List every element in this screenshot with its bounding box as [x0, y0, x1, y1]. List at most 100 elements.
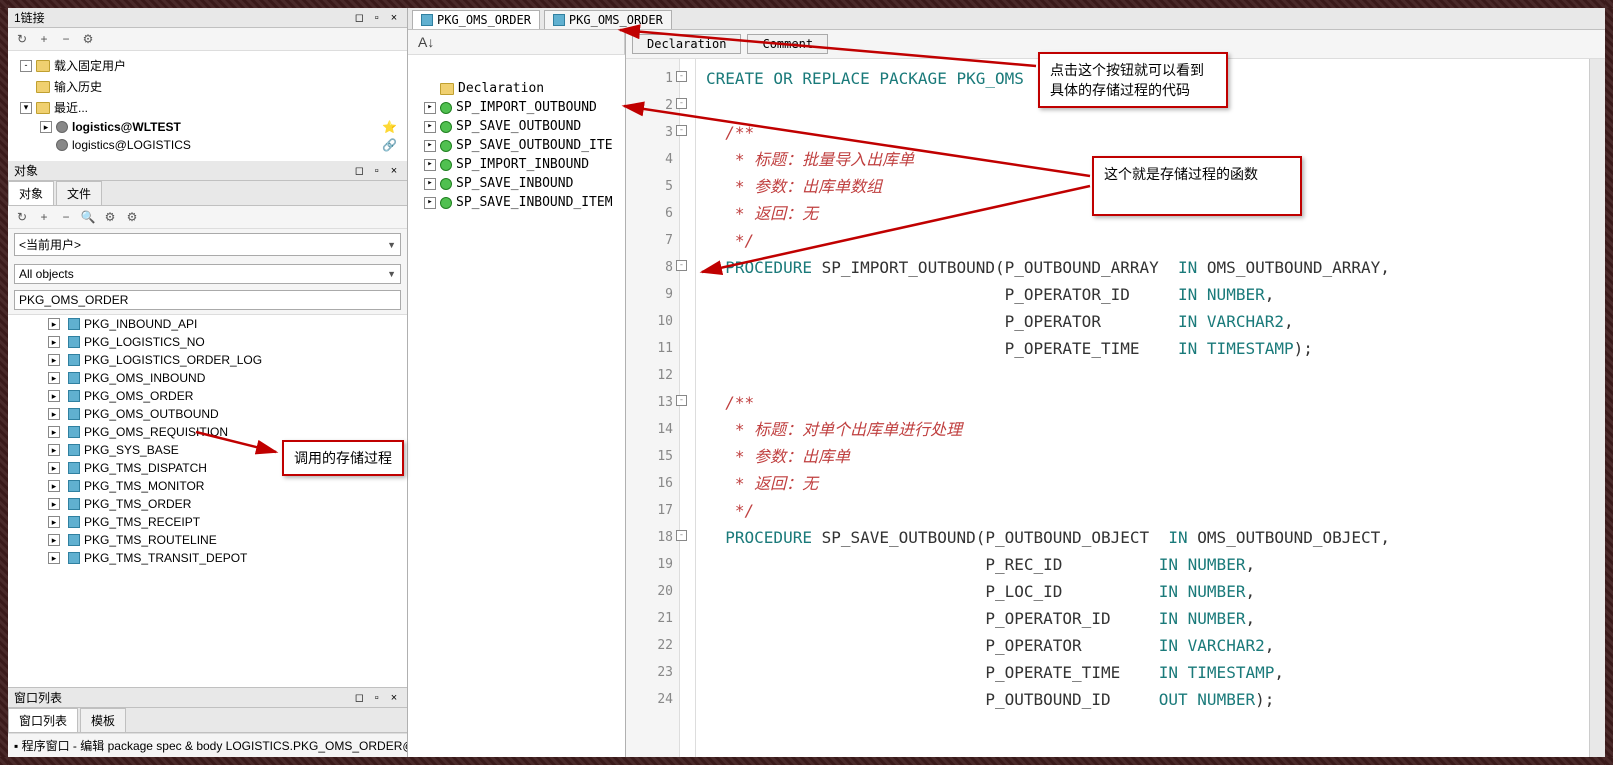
tree-toggle-icon[interactable]: ▸	[48, 444, 60, 456]
fold-icon[interactable]: -	[676, 98, 687, 109]
tree-toggle-icon[interactable]: ▸	[48, 480, 60, 492]
package-row[interactable]: ▸PKG_TMS_TRANSIT_DEPOT	[8, 549, 407, 567]
panel-close-icon[interactable]: ×	[387, 164, 401, 178]
tree-row[interactable]: logistics@LOGISTICS🔗	[12, 136, 403, 154]
procedure-row[interactable]: ▸SP_SAVE_OUTBOUND	[408, 117, 625, 136]
panel-close-icon[interactable]: ×	[387, 691, 401, 705]
tree-toggle-icon[interactable]: ▸	[48, 462, 60, 474]
gear-icon[interactable]: ⚙	[124, 209, 140, 225]
declaration-button[interactable]: Declaration	[632, 34, 741, 54]
remove-icon[interactable]: −	[58, 31, 74, 47]
tree-toggle-icon[interactable]: ▸	[48, 372, 60, 384]
tree-row[interactable]: ▸ logistics@WLTEST ⭐	[12, 118, 403, 136]
tab-templates[interactable]: 模板	[80, 708, 126, 732]
tree-toggle-icon[interactable]: ▸	[424, 197, 436, 209]
refresh-icon[interactable]: ↻	[14, 209, 30, 225]
comment-button[interactable]: Comment	[747, 34, 828, 54]
panel-pin-icon[interactable]: ▫	[370, 11, 384, 25]
folder-icon	[36, 60, 50, 72]
package-icon	[68, 444, 80, 456]
tree-label: logistics@WLTEST	[72, 120, 181, 134]
package-row[interactable]: ▸PKG_OMS_INBOUND	[8, 369, 407, 387]
tree-toggle-icon[interactable]: ▸	[48, 516, 60, 528]
objects-toolbar: ↻ + − 🔍 ⚙ ⚙	[8, 206, 407, 229]
outline-tree[interactable]: Declaration▸SP_IMPORT_OUTBOUND▸SP_SAVE_O…	[408, 55, 625, 757]
remove-icon[interactable]: −	[58, 209, 74, 225]
tree-toggle-icon[interactable]: ▾	[20, 102, 32, 114]
connections-tree[interactable]: -载入固定用户输入历史 ▾最近... ▸ logistics@WLTEST ⭐ logis…	[8, 51, 407, 161]
package-row[interactable]: ▸PKG_LOGISTICS_ORDER_LOG	[8, 351, 407, 369]
panel-close-icon[interactable]: ×	[387, 11, 401, 25]
package-icon	[553, 14, 565, 26]
panel-dock-icon[interactable]: ◻	[352, 691, 366, 705]
fold-strip[interactable]	[680, 59, 696, 757]
procedure-row[interactable]: ▸SP_SAVE_INBOUND	[408, 174, 625, 193]
vertical-scrollbar[interactable]	[1589, 59, 1605, 757]
tree-toggle-icon[interactable]: ▸	[424, 102, 436, 114]
tree-toggle-icon[interactable]: ▸	[48, 426, 60, 438]
package-row[interactable]: ▸PKG_TMS_ROUTELINE	[8, 531, 407, 549]
package-row[interactable]: ▸PKG_OMS_OUTBOUND	[8, 405, 407, 423]
tree-toggle-icon[interactable]: ▸	[48, 390, 60, 402]
line-gutter: 1-2-3-45678-910111213-1415161718-1920212…	[626, 59, 680, 757]
package-row[interactable]: ▸PKG_TMS_ORDER	[8, 495, 407, 513]
tab-windowlist[interactable]: 窗口列表	[8, 708, 78, 732]
package-tree[interactable]: ▸PKG_INBOUND_API▸PKG_LOGISTICS_NO▸PKG_LO…	[8, 314, 407, 687]
package-row[interactable]: ▸PKG_OMS_ORDER	[8, 387, 407, 405]
package-row[interactable]: ▸PKG_TMS_RECEIPT	[8, 513, 407, 531]
procedure-row[interactable]: ▸SP_SAVE_INBOUND_ITEM	[408, 193, 625, 212]
tab-files[interactable]: 文件	[56, 181, 102, 205]
tree-toggle-icon[interactable]: ▸	[40, 121, 52, 133]
tree-toggle-icon[interactable]: ▸	[48, 354, 60, 366]
connections-title: 1链接	[14, 9, 45, 26]
procedure-row[interactable]: ▸SP_IMPORT_OUTBOUND	[408, 98, 625, 117]
package-row[interactable]: ▸PKG_OMS_REQUISITION	[8, 423, 407, 441]
procedure-row[interactable]: ▸SP_SAVE_OUTBOUND_ITE	[408, 136, 625, 155]
fold-icon[interactable]: -	[676, 125, 687, 136]
tree-toggle-icon[interactable]: ▸	[424, 178, 436, 190]
tree-row[interactable]: 输入历史	[12, 76, 403, 97]
fold-icon[interactable]: -	[676, 260, 687, 271]
tab-objects[interactable]: 对象	[8, 181, 54, 205]
editor-tab-2[interactable]: PKG_OMS_ORDER	[544, 10, 672, 29]
tree-toggle-icon[interactable]: ▸	[48, 318, 60, 330]
panel-pin-icon[interactable]: ▫	[370, 164, 384, 178]
tree-row[interactable]: -载入固定用户	[12, 55, 403, 76]
panel-dock-icon[interactable]: ◻	[352, 11, 366, 25]
gear-icon[interactable]: ⚙	[102, 209, 118, 225]
tree-toggle-icon[interactable]: ▸	[48, 534, 60, 546]
tree-toggle-icon[interactable]: -	[20, 60, 32, 72]
panel-pin-icon[interactable]: ▫	[370, 691, 384, 705]
add-icon[interactable]: +	[36, 31, 52, 47]
tree-toggle-icon[interactable]: ▸	[48, 408, 60, 420]
declaration-node[interactable]: Declaration	[408, 79, 625, 98]
tree-toggle-icon[interactable]: ▸	[424, 140, 436, 152]
fold-icon[interactable]: -	[676, 71, 687, 82]
object-type-combo[interactable]: All objects	[14, 264, 401, 284]
user-combo[interactable]: <当前用户>	[14, 233, 401, 256]
package-row[interactable]: ▸PKG_INBOUND_API	[8, 315, 407, 333]
sort-az-icon[interactable]: A↓	[414, 34, 438, 50]
package-row[interactable]: ▸PKG_TMS_MONITOR	[8, 477, 407, 495]
search-icon[interactable]: 🔍	[80, 209, 96, 225]
add-icon[interactable]: +	[36, 209, 52, 225]
tree-toggle-icon[interactable]: ▸	[424, 121, 436, 133]
panel-dock-icon[interactable]: ◻	[352, 164, 366, 178]
procedure-row[interactable]: ▸SP_IMPORT_INBOUND	[408, 155, 625, 174]
windowlist-title: 窗口列表	[14, 689, 62, 706]
tree-label: 输入历史	[54, 78, 102, 95]
tree-toggle-icon[interactable]: ▸	[48, 336, 60, 348]
fold-icon[interactable]: -	[676, 395, 687, 406]
star-icon: ⭐	[382, 120, 397, 134]
package-row[interactable]: ▸PKG_LOGISTICS_NO	[8, 333, 407, 351]
filter-input[interactable]	[14, 290, 401, 310]
editor-tab-1[interactable]: PKG_OMS_ORDER	[412, 10, 540, 29]
tree-toggle-icon[interactable]: ▸	[48, 498, 60, 510]
refresh-icon[interactable]: ↻	[14, 31, 30, 47]
windowlist-panel-header: 窗口列表 ◻ ▫ ×	[8, 688, 407, 708]
tree-toggle-icon[interactable]: ▸	[48, 552, 60, 564]
settings-icon[interactable]: ⚙	[80, 31, 96, 47]
tree-row[interactable]: ▾最近...	[12, 97, 403, 118]
fold-icon[interactable]: -	[676, 530, 687, 541]
tree-toggle-icon[interactable]: ▸	[424, 159, 436, 171]
